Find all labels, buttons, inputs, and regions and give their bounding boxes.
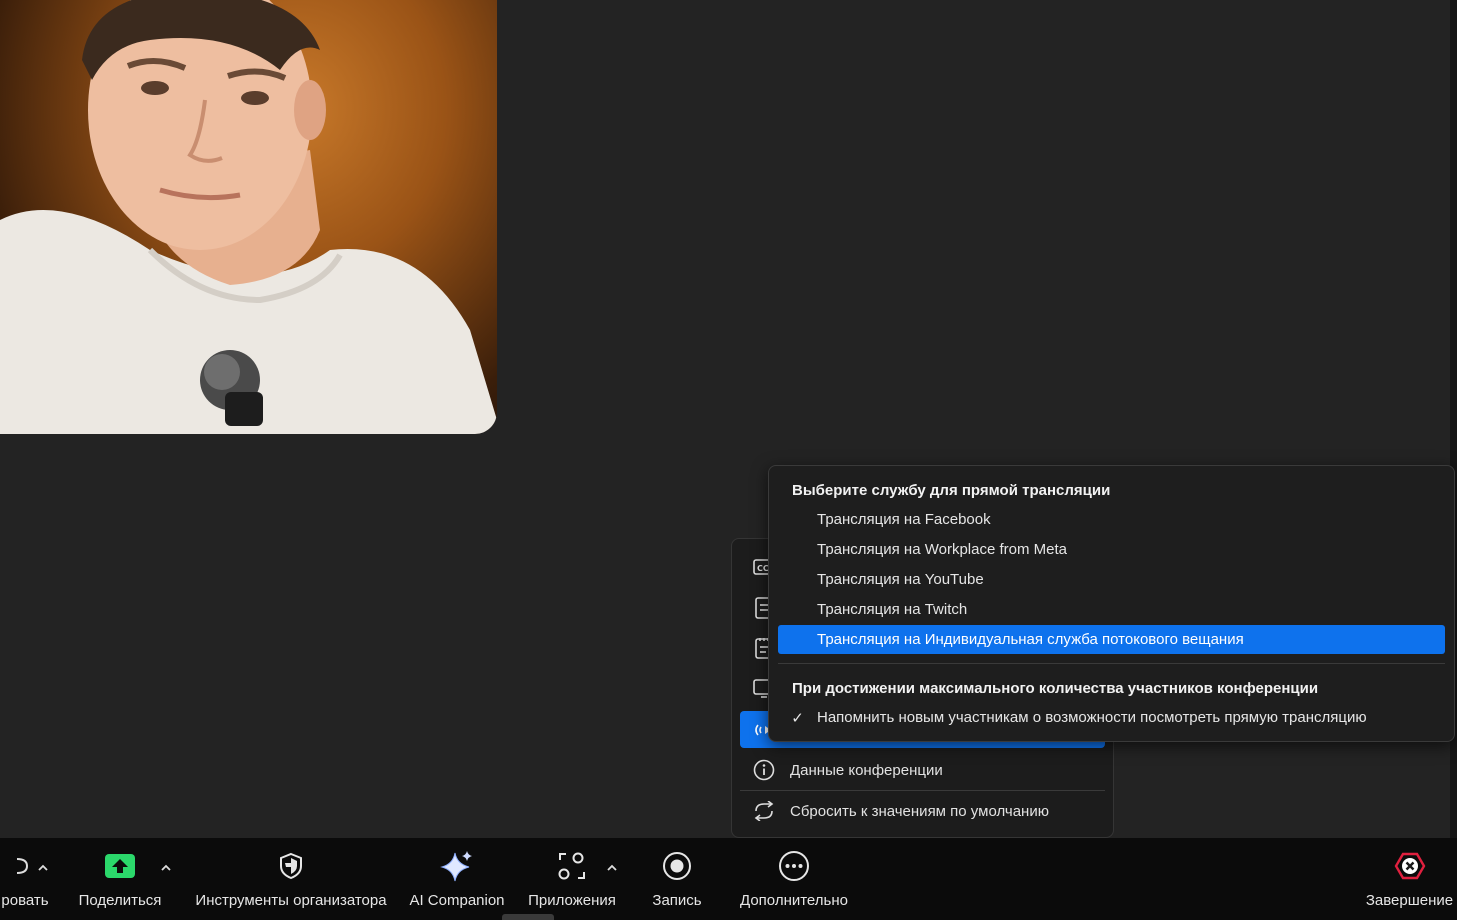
participant-video-image [0, 0, 497, 434]
apps-button[interactable]: Приложения [522, 838, 622, 920]
meeting-info-label: Данные конференции [790, 761, 943, 779]
meeting-toolbar: ровать Поделиться Инструменты организато… [0, 838, 1457, 920]
service-custom[interactable]: Трансляция на Индивидуальная служба пото… [778, 625, 1445, 654]
caret-up-icon[interactable] [158, 862, 174, 874]
submenu-divider [778, 663, 1445, 664]
share-button[interactable]: Поделиться [72, 838, 168, 920]
reset-defaults-label: Сбросить к значениям по умолчанию [790, 802, 1049, 820]
menu-item-reset-defaults[interactable]: Сбросить к значениям по умолчанию [740, 792, 1105, 830]
reminder-option[interactable]: ✓ Напомнить новым участникам о возможнос… [778, 703, 1445, 732]
sparkle-icon [440, 851, 472, 882]
ai-companion-button[interactable]: AI Companion [404, 838, 510, 920]
info-icon [748, 759, 780, 781]
host-tools-button[interactable]: Инструменты организатора [188, 838, 394, 920]
record-icon [663, 852, 691, 880]
end-x-icon [1394, 852, 1425, 880]
service-workplace[interactable]: Трансляция на Workplace from Meta [778, 535, 1445, 564]
max-participants-header: При достижении максимального количества … [792, 680, 1319, 697]
menu-divider [740, 790, 1105, 791]
ellipsis-icon [779, 851, 809, 881]
menu-item-meeting-info[interactable]: Данные конференции [740, 751, 1105, 789]
record-button[interactable]: Запись [642, 838, 712, 920]
partial-icon [16, 858, 29, 874]
end-meeting-button[interactable]: Завершение [1362, 838, 1457, 920]
checkmark-icon: ✓ [791, 709, 804, 727]
service-twitch[interactable]: Трансляция на Twitch [778, 595, 1445, 624]
shield-icon [280, 852, 302, 880]
service-youtube[interactable]: Трансляция на YouTube [778, 565, 1445, 594]
toolbar-partial-button[interactable]: ровать [0, 838, 60, 920]
live-stream-header: Выберите службу для прямой трансляции [792, 482, 1111, 499]
reset-icon [748, 801, 780, 821]
service-facebook[interactable]: Трансляция на Facebook [778, 505, 1445, 534]
caret-up-icon[interactable] [604, 862, 620, 874]
share-arrow-up-icon [105, 854, 135, 878]
live-stream-submenu: Выберите службу для прямой трансляции Тр… [768, 465, 1455, 742]
toolbar-handle[interactable] [502, 914, 554, 920]
participant-video[interactable] [0, 0, 497, 434]
caret-up-icon[interactable] [35, 862, 51, 874]
apps-grid-icon [558, 852, 585, 880]
more-button[interactable]: Дополнительно [734, 838, 854, 920]
